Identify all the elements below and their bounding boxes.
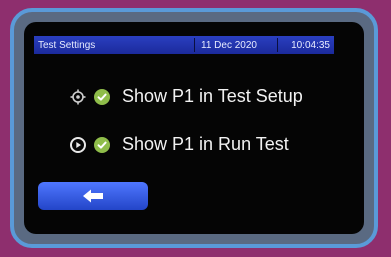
option-label: Show P1 in Test Setup — [122, 86, 303, 106]
play-circle-icon — [70, 136, 86, 153]
option-show-p1-test-setup[interactable]: Show P1 in Test Setup — [70, 86, 303, 107]
status-bar-divider — [277, 38, 278, 52]
checkmark-icon[interactable] — [94, 88, 110, 105]
arrow-left-icon — [81, 188, 105, 204]
status-bar-date: 11 Dec 2020 — [201, 39, 257, 51]
checkmark-icon[interactable] — [94, 136, 110, 153]
status-bar-title: Test Settings — [38, 39, 96, 51]
back-button[interactable] — [38, 182, 148, 210]
status-bar: Test Settings 11 Dec 2020 10:04:35 — [34, 36, 334, 54]
gear-target-icon — [70, 89, 86, 105]
option-show-p1-run-test[interactable]: Show P1 in Run Test — [70, 134, 289, 155]
status-bar-divider — [194, 38, 195, 52]
option-label: Show P1 in Run Test — [122, 134, 289, 154]
status-bar-time: 10:04:35 — [291, 39, 330, 51]
